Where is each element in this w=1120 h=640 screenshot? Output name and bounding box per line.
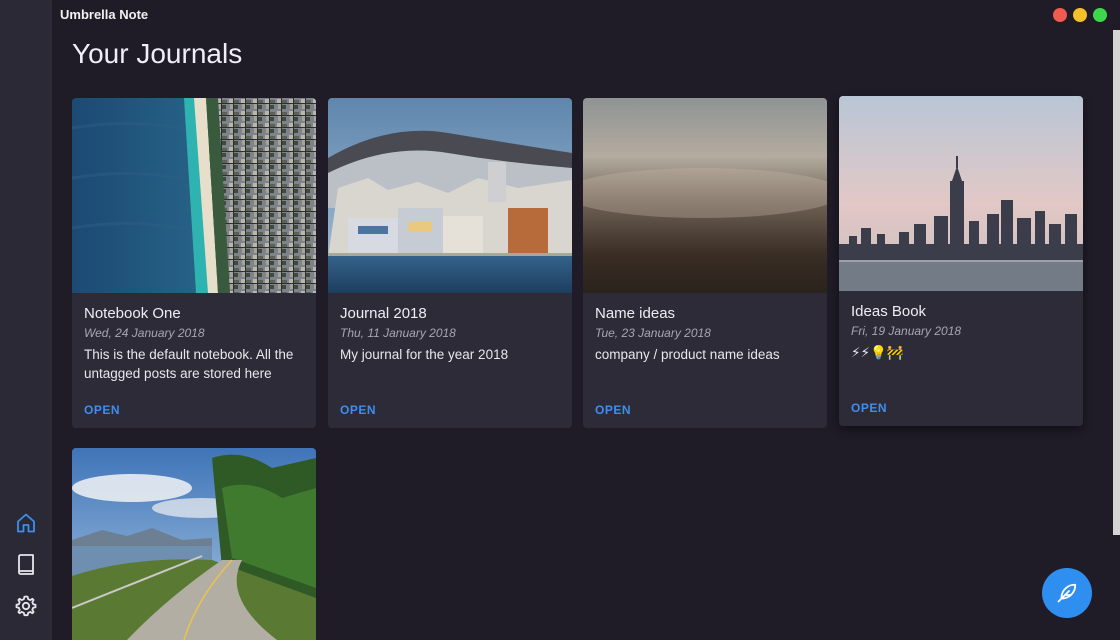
journal-cover-image — [328, 98, 572, 293]
journal-card[interactable]: Name ideas Tue, 23 January 2018 company … — [583, 98, 827, 428]
journal-description: ⚡⚡💡🚧 — [851, 345, 904, 360]
journal-date: Tue, 23 January 2018 — [595, 326, 711, 340]
home-icon — [17, 513, 35, 533]
close-window-button[interactable] — [1053, 8, 1067, 22]
journal-description: This is the default notebook. All the un… — [84, 347, 294, 381]
open-journal-button[interactable]: OPEN — [340, 403, 376, 417]
journal-card[interactable]: Ideas Book Fri, 19 January 2018 ⚡⚡💡🚧 OPE… — [839, 96, 1083, 426]
book-icon — [18, 554, 34, 575]
feather-icon — [1057, 583, 1077, 603]
harbor-town-photo — [328, 98, 572, 293]
app-title: Umbrella Note — [60, 7, 149, 22]
sidebar-item-settings[interactable] — [12, 592, 40, 620]
city-skyline-photo — [839, 96, 1083, 291]
journal-date: Wed, 24 January 2018 — [84, 326, 205, 340]
journal-cover-image — [583, 98, 827, 293]
sidebar-item-journals[interactable] — [12, 550, 40, 578]
open-journal-button[interactable]: OPEN — [851, 401, 887, 415]
aerial-beach-photo — [72, 98, 316, 293]
journal-cover-image — [839, 96, 1083, 291]
journal-cover-image — [72, 98, 316, 293]
sidebar — [0, 0, 52, 640]
journal-title: Journal 2018 — [340, 305, 427, 322]
journal-date: Thu, 11 January 2018 — [340, 326, 456, 340]
maximize-window-button[interactable] — [1093, 8, 1107, 22]
journal-title: Notebook One — [84, 305, 181, 322]
journal-title: Name ideas — [595, 305, 676, 322]
journal-date: Fri, 19 January 2018 — [851, 324, 962, 338]
journal-title: Ideas Book — [851, 303, 927, 320]
journal-cover-image — [72, 448, 316, 640]
minimize-window-button[interactable] — [1073, 8, 1087, 22]
scrollbar[interactable] — [1113, 30, 1120, 535]
mountain-road-photo — [72, 448, 316, 640]
gear-icon — [15, 595, 37, 617]
page-title: Your Journals — [72, 38, 243, 69]
journal-card[interactable]: Journal 2018 Thu, 11 January 2018 My jou… — [328, 98, 572, 428]
journal-description: My journal for the year 2018 — [340, 347, 509, 362]
blurred-horizon-photo — [583, 98, 827, 293]
journal-card[interactable] — [72, 448, 316, 640]
open-journal-button[interactable]: OPEN — [84, 403, 120, 417]
new-entry-button[interactable] — [1042, 568, 1092, 618]
sidebar-item-home[interactable] — [12, 509, 40, 537]
title-bar: Umbrella Note — [52, 0, 1120, 30]
journal-card[interactable]: Notebook One Wed, 24 January 2018 This i… — [72, 98, 316, 428]
open-journal-button[interactable]: OPEN — [595, 403, 631, 417]
journal-description: company / product name ideas — [595, 347, 780, 362]
